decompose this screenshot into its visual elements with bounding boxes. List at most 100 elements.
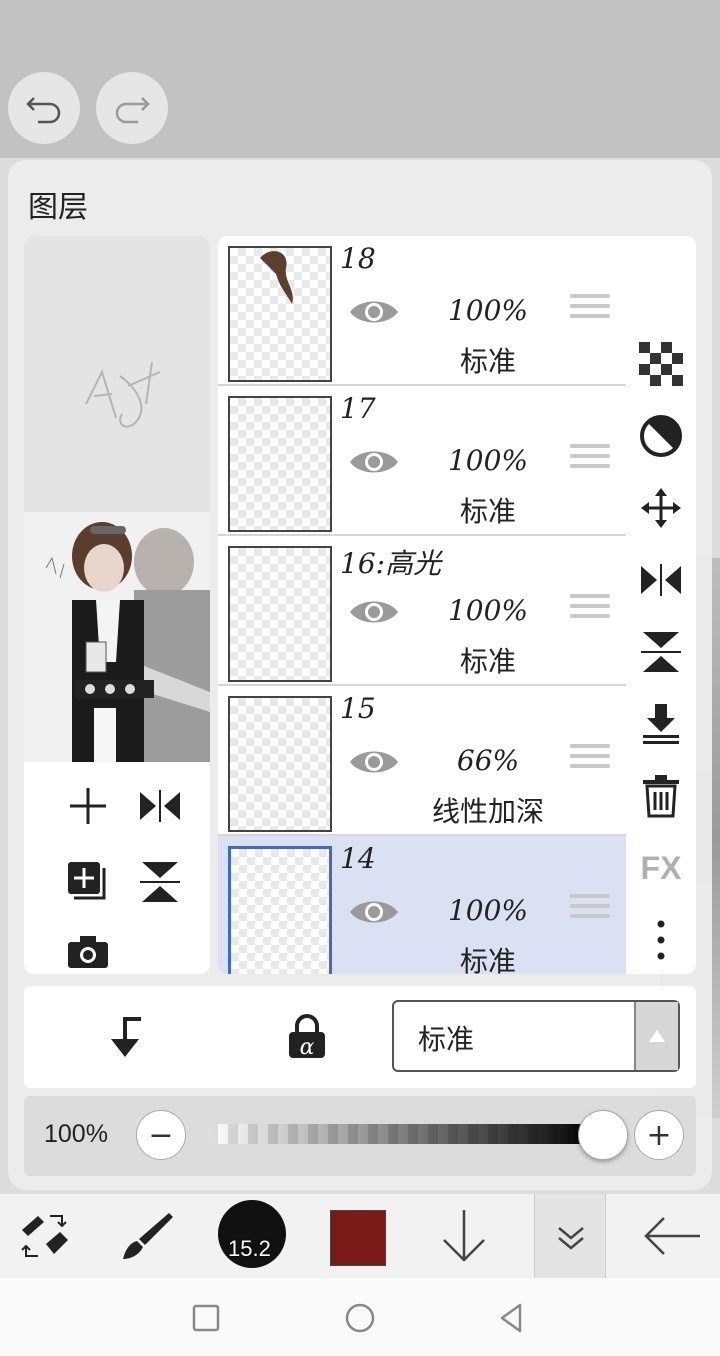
home-icon[interactable]	[342, 1300, 378, 1336]
back-nav-icon[interactable]	[494, 1300, 530, 1336]
layer-blend-mode: 线性加深	[431, 795, 544, 828]
flip-horizontal-icon	[641, 564, 681, 596]
artwork-thumbnail	[24, 512, 210, 762]
layer-name: 14	[340, 842, 376, 875]
eye-icon[interactable]	[348, 744, 400, 780]
layer-name: 17	[340, 392, 376, 425]
eye-icon[interactable]	[348, 294, 400, 330]
alpha-lock-button[interactable]: α	[282, 1012, 332, 1062]
layer-panel: 图层 18 100% 标准 17 100% 标准 16:高光 100% 标准 1…	[8, 160, 712, 1190]
dropdown-arrow-icon[interactable]	[634, 1002, 678, 1070]
camera-icon	[68, 936, 108, 968]
undo-icon	[26, 97, 61, 124]
flip-vertical-icon	[140, 862, 180, 902]
merge-down-button[interactable]	[637, 700, 685, 748]
layer-row[interactable]: 15 66% 线性加深	[218, 686, 626, 836]
drag-handle-icon[interactable]	[570, 594, 610, 622]
flip-vertical-icon	[641, 632, 681, 672]
layer-thumbnail	[228, 546, 332, 682]
blend-mode-value: 标准	[418, 1023, 475, 1056]
layer-down-button[interactable]	[432, 1204, 496, 1268]
recents-icon[interactable]	[188, 1300, 224, 1336]
delete-layer-button[interactable]	[637, 772, 685, 820]
drag-handle-icon[interactable]	[570, 294, 610, 322]
clip-arrow-icon	[111, 1017, 141, 1057]
redo-button[interactable]	[96, 72, 168, 144]
flip-horizontal-button[interactable]	[637, 556, 685, 604]
layers-button[interactable]	[534, 1194, 606, 1278]
arrow-down-icon	[443, 1210, 485, 1262]
svg-text:α: α	[300, 1035, 315, 1060]
opacity-slider-row: 100% − +	[24, 1096, 696, 1176]
add-layer-button[interactable]	[64, 782, 112, 830]
brush-size-value: 15.2	[228, 1236, 271, 1261]
redo-icon	[115, 97, 150, 124]
layer-row[interactable]: 17 100% 标准	[218, 386, 626, 536]
flip-layer-horizontal-button[interactable]	[136, 782, 184, 830]
camera-button[interactable]	[64, 928, 112, 974]
layer-blend-mode: 标准	[459, 945, 516, 974]
opacity-plus-button[interactable]: +	[634, 1110, 684, 1160]
opacity-slider-track[interactable]	[208, 1124, 598, 1144]
drag-handle-icon[interactable]	[570, 894, 610, 922]
brush-eraser-swap-icon	[21, 1215, 68, 1257]
arrow-left-icon	[644, 1217, 700, 1255]
brush-icon	[123, 1213, 173, 1259]
bottom-toolbar: 15.2	[0, 1194, 720, 1278]
layer-list[interactable]: 18 100% 标准 17 100% 标准 16:高光 100% 标准 15 6	[218, 236, 626, 974]
more-icon	[657, 920, 665, 960]
clip-to-layer-button[interactable]	[100, 1012, 150, 1062]
opacity-value-label: 100%	[44, 1120, 108, 1148]
opacity-minus-button[interactable]: −	[136, 1110, 186, 1160]
blend-mode-bar: α 标准	[24, 986, 696, 1088]
minus-icon: −	[148, 1117, 174, 1153]
opacity-slider-knob[interactable]	[578, 1110, 628, 1160]
layer-name: 15	[340, 692, 376, 725]
drag-handle-icon[interactable]	[570, 444, 610, 472]
hair-sketch	[260, 251, 293, 304]
layer-name: 16:高光	[340, 547, 442, 580]
layer-row-selected[interactable]: 14 100% 标准	[218, 836, 626, 974]
layer-thumbnail	[228, 696, 332, 832]
plus-icon	[70, 788, 106, 824]
back-button[interactable]	[640, 1204, 704, 1268]
undo-button[interactable]	[8, 72, 80, 144]
top-bar	[0, 0, 720, 158]
move-icon	[641, 488, 681, 528]
layer-tools	[24, 762, 210, 974]
eye-icon[interactable]	[348, 444, 400, 480]
more-options-button[interactable]	[637, 916, 685, 964]
fx-button[interactable]: FX	[637, 844, 685, 892]
sketch-preview	[85, 361, 161, 428]
layer-thumbnail	[228, 246, 332, 382]
color-swatch[interactable]	[330, 1210, 386, 1266]
layer-row[interactable]: 18 100% 标准	[218, 236, 626, 386]
tool-switch-button[interactable]	[12, 1204, 76, 1268]
flip-horizontal-icon	[140, 790, 180, 822]
layer-blend-mode: 标准	[459, 645, 516, 678]
blend-mode-select[interactable]: 标准	[392, 1000, 680, 1072]
clipping-button[interactable]	[637, 412, 685, 460]
panel-title: 图层	[28, 190, 88, 225]
brush-size-indicator[interactable]: 15.2	[218, 1200, 286, 1268]
layer-opacity: 100%	[447, 594, 529, 627]
eye-icon[interactable]	[348, 894, 400, 930]
system-nav-bar	[0, 1278, 720, 1356]
transparency-button[interactable]	[637, 340, 685, 388]
layer-opacity: 100%	[447, 444, 529, 477]
layer-thumbnail	[228, 396, 332, 532]
flip-layer-vertical-button[interactable]	[136, 858, 184, 906]
add-folder-layer-button[interactable]	[64, 858, 112, 906]
drag-handle-icon[interactable]	[570, 744, 610, 772]
layer-blend-mode: 标准	[459, 495, 516, 528]
layer-row[interactable]: 16:高光 100% 标准	[218, 536, 626, 686]
eye-icon[interactable]	[348, 594, 400, 630]
layer-opacity: 100%	[447, 294, 529, 327]
trash-icon	[643, 775, 679, 818]
layer-thumbnail	[228, 846, 332, 974]
double-chevron-down-icon	[558, 1227, 584, 1250]
checker-icon	[639, 342, 683, 386]
brush-tool-button[interactable]	[116, 1204, 180, 1268]
move-button[interactable]	[637, 484, 685, 532]
flip-vertical-button[interactable]	[637, 628, 685, 676]
